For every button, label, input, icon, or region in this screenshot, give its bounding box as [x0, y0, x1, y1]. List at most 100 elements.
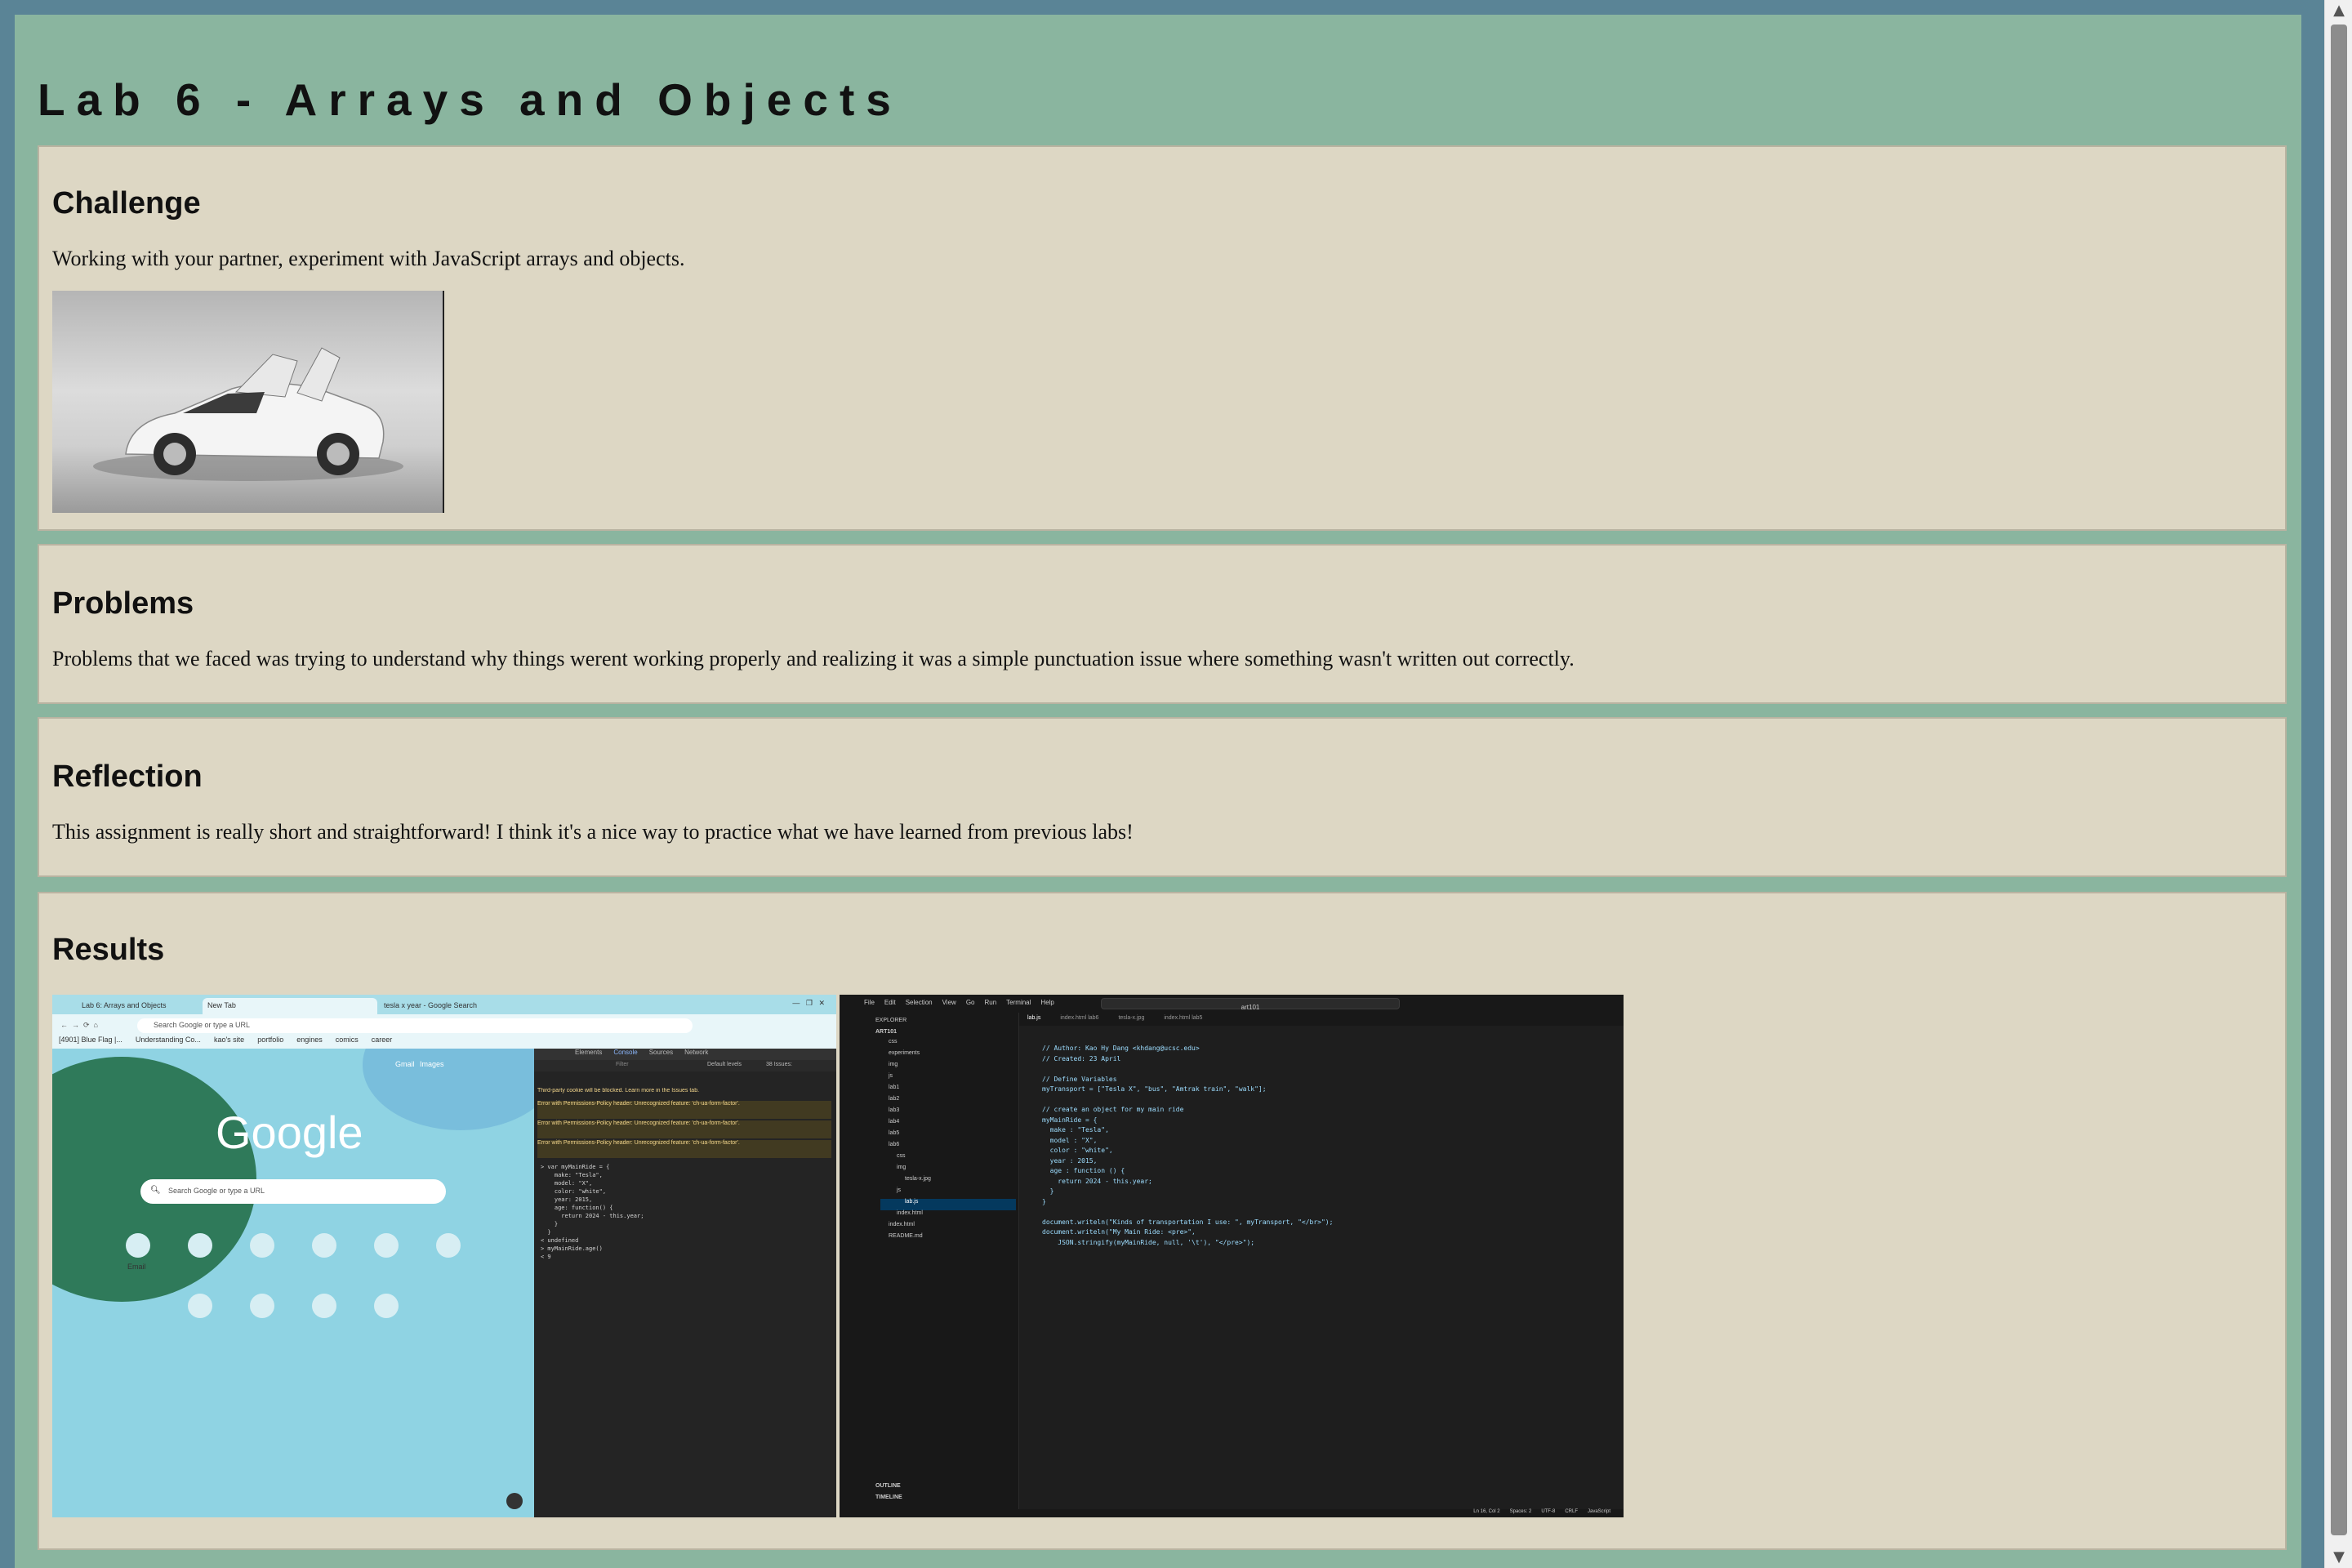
- browser-tab-active[interactable]: New Tab: [203, 998, 377, 1014]
- shortcut[interactable]: [312, 1233, 336, 1258]
- shortcut[interactable]: [374, 1294, 399, 1318]
- explorer-root[interactable]: ART101: [875, 1029, 897, 1035]
- shortcut[interactable]: [250, 1294, 274, 1318]
- bookmark[interactable]: Understanding Co...: [136, 1036, 201, 1047]
- images-link[interactable]: Images: [420, 1060, 444, 1068]
- devtools-tab[interactable]: Elements: [575, 1049, 602, 1060]
- tree-item[interactable]: README.md: [880, 1233, 1016, 1245]
- menu-item[interactable]: Terminal: [1006, 999, 1031, 1013]
- devtools-tab[interactable]: Sources: [649, 1049, 673, 1060]
- editor-screenshot: File Edit Selection View Go Run Terminal…: [840, 995, 1624, 1517]
- editor-tab[interactable]: index.html lab6: [1060, 1015, 1098, 1026]
- devtools-tab-active[interactable]: Console: [613, 1049, 637, 1060]
- file-tree: css experiments img js lab1 lab2 lab3 la…: [880, 1039, 1016, 1245]
- scroll-up-arrow-icon[interactable]: ▲: [2325, 0, 2352, 21]
- tree-item[interactable]: css: [880, 1039, 1016, 1050]
- outline-section[interactable]: OUTLINE: [875, 1483, 901, 1489]
- status-item[interactable]: JavaScript: [1588, 1509, 1610, 1517]
- browser-tab[interactable]: tesla x year - Google Search: [379, 998, 501, 1014]
- page-title: Lab 6 - Arrays and Objects: [38, 74, 902, 125]
- shortcut[interactable]: [126, 1233, 150, 1258]
- tree-item[interactable]: js: [880, 1073, 1016, 1085]
- code-area[interactable]: // Author: Kao Hy Dang <khdang@ucsc.edu>…: [1042, 1044, 1333, 1248]
- browser-screenshot: Lab 6: Arrays and Objects New Tab tesla …: [52, 995, 836, 1517]
- timeline-section[interactable]: TIMELINE: [875, 1494, 902, 1500]
- editor-tab[interactable]: index.html lab5: [1164, 1015, 1202, 1026]
- shortcut[interactable]: [312, 1294, 336, 1318]
- tree-item[interactable]: img: [880, 1165, 1016, 1176]
- menu-item[interactable]: View: [942, 999, 956, 1013]
- shortcut[interactable]: [188, 1233, 212, 1258]
- tree-item[interactable]: img: [880, 1062, 1016, 1073]
- shortcut[interactable]: [436, 1233, 461, 1258]
- problems-heading: Problems: [52, 586, 194, 621]
- tree-item[interactable]: lab2: [880, 1096, 1016, 1107]
- shortcut[interactable]: [374, 1233, 399, 1258]
- tree-item[interactable]: index.html: [880, 1222, 1016, 1233]
- menu-item[interactable]: Run: [984, 999, 996, 1013]
- tree-item[interactable]: experiments: [880, 1050, 1016, 1062]
- browser-tab[interactable]: Lab 6: Arrays and Objects: [77, 998, 224, 1014]
- bookmark[interactable]: [4901] Blue Flag |...: [59, 1036, 122, 1047]
- google-logo: Google: [216, 1107, 363, 1158]
- status-item[interactable]: UTF-8: [1541, 1509, 1555, 1517]
- tree-item-selected[interactable]: lab.js: [880, 1199, 1016, 1210]
- tree-item[interactable]: lab6: [880, 1142, 1016, 1153]
- car-image: [52, 291, 444, 513]
- bookmark[interactable]: engines: [296, 1036, 323, 1047]
- tree-item[interactable]: css: [880, 1153, 1016, 1165]
- menu-item[interactable]: File: [864, 999, 875, 1013]
- customize-button[interactable]: [506, 1493, 523, 1509]
- menu-item[interactable]: Selection: [906, 999, 933, 1013]
- explorer-title: EXPLORER: [875, 1018, 907, 1023]
- gmail-link[interactable]: Gmail: [395, 1060, 415, 1068]
- console-filter-input[interactable]: Filter: [616, 1062, 629, 1067]
- editor-tab-active[interactable]: lab.js: [1027, 1015, 1040, 1026]
- status-item[interactable]: Spaces: 2: [1510, 1509, 1532, 1517]
- tree-item[interactable]: lab3: [880, 1107, 1016, 1119]
- window-controls[interactable]: — ❐ ✕: [792, 999, 825, 1008]
- devtools-panel: Elements Console Sources Network Filter …: [534, 1049, 836, 1517]
- bookmark[interactable]: comics: [336, 1036, 359, 1047]
- devtools-tabs: Elements Console Sources Network: [534, 1049, 836, 1060]
- tree-item[interactable]: js: [880, 1187, 1016, 1199]
- challenge-section: Challenge Working with your partner, exp…: [38, 145, 2287, 531]
- console-issues[interactable]: 38 Issues:: [766, 1062, 792, 1067]
- shortcut[interactable]: [188, 1294, 212, 1318]
- new-tab-page: Gmail Images Google 🔍︎ Search Google or …: [52, 1049, 534, 1517]
- menu-item[interactable]: Edit: [884, 999, 896, 1013]
- tree-item[interactable]: index.html: [880, 1210, 1016, 1222]
- tree-item[interactable]: tesla-x.jpg: [880, 1176, 1016, 1187]
- bookmark[interactable]: career: [372, 1036, 393, 1047]
- editor-tabs: lab.js index.html lab6 tesla-x.jpg index…: [1019, 1013, 1624, 1026]
- status-item[interactable]: Ln 16, Col 2: [1473, 1509, 1499, 1517]
- shortcut[interactable]: [250, 1233, 274, 1258]
- tree-item[interactable]: lab5: [880, 1130, 1016, 1142]
- reflection-section: Reflection This assignment is really sho…: [38, 717, 2287, 877]
- status-item[interactable]: CRLF: [1565, 1509, 1578, 1517]
- console-message: Third-party cookie will be blocked. Lear…: [537, 1088, 700, 1094]
- command-center[interactable]: art101: [1101, 998, 1400, 1011]
- console-code: > var myMainRide = { make: "Tesla", mode…: [541, 1164, 644, 1260]
- challenge-text: Working with your partner, experiment wi…: [52, 247, 685, 270]
- command-center-text: art101: [1241, 1004, 1260, 1011]
- devtools-tab[interactable]: Network: [684, 1049, 708, 1060]
- editor-tab[interactable]: tesla-x.jpg: [1118, 1015, 1144, 1026]
- menu-item[interactable]: Help: [1040, 999, 1054, 1013]
- tree-item[interactable]: lab1: [880, 1085, 1016, 1096]
- tree-item[interactable]: lab4: [880, 1119, 1016, 1130]
- google-search-placeholder: Search Google or type a URL: [168, 1187, 265, 1195]
- bookmark[interactable]: kao's site: [214, 1036, 244, 1047]
- address-bar[interactable]: Search Google or type a URL: [137, 1018, 693, 1033]
- nav-buttons[interactable]: ← → ⟳ ⌂: [60, 1021, 98, 1030]
- challenge-heading: Challenge: [52, 186, 201, 220]
- console-levels[interactable]: Default levels: [707, 1062, 742, 1067]
- results-heading: Results: [52, 933, 165, 967]
- vertical-scrollbar[interactable]: ▲ ▼: [2324, 0, 2352, 1568]
- menu-item[interactable]: Go: [966, 999, 975, 1013]
- reflection-text: This assignment is really short and stra…: [52, 820, 1134, 844]
- scroll-thumb[interactable]: [2331, 24, 2347, 1535]
- google-search-box[interactable]: 🔍︎ Search Google or type a URL: [140, 1179, 446, 1204]
- scroll-down-arrow-icon[interactable]: ▼: [2325, 1547, 2352, 1568]
- bookmark[interactable]: portfolio: [257, 1036, 283, 1047]
